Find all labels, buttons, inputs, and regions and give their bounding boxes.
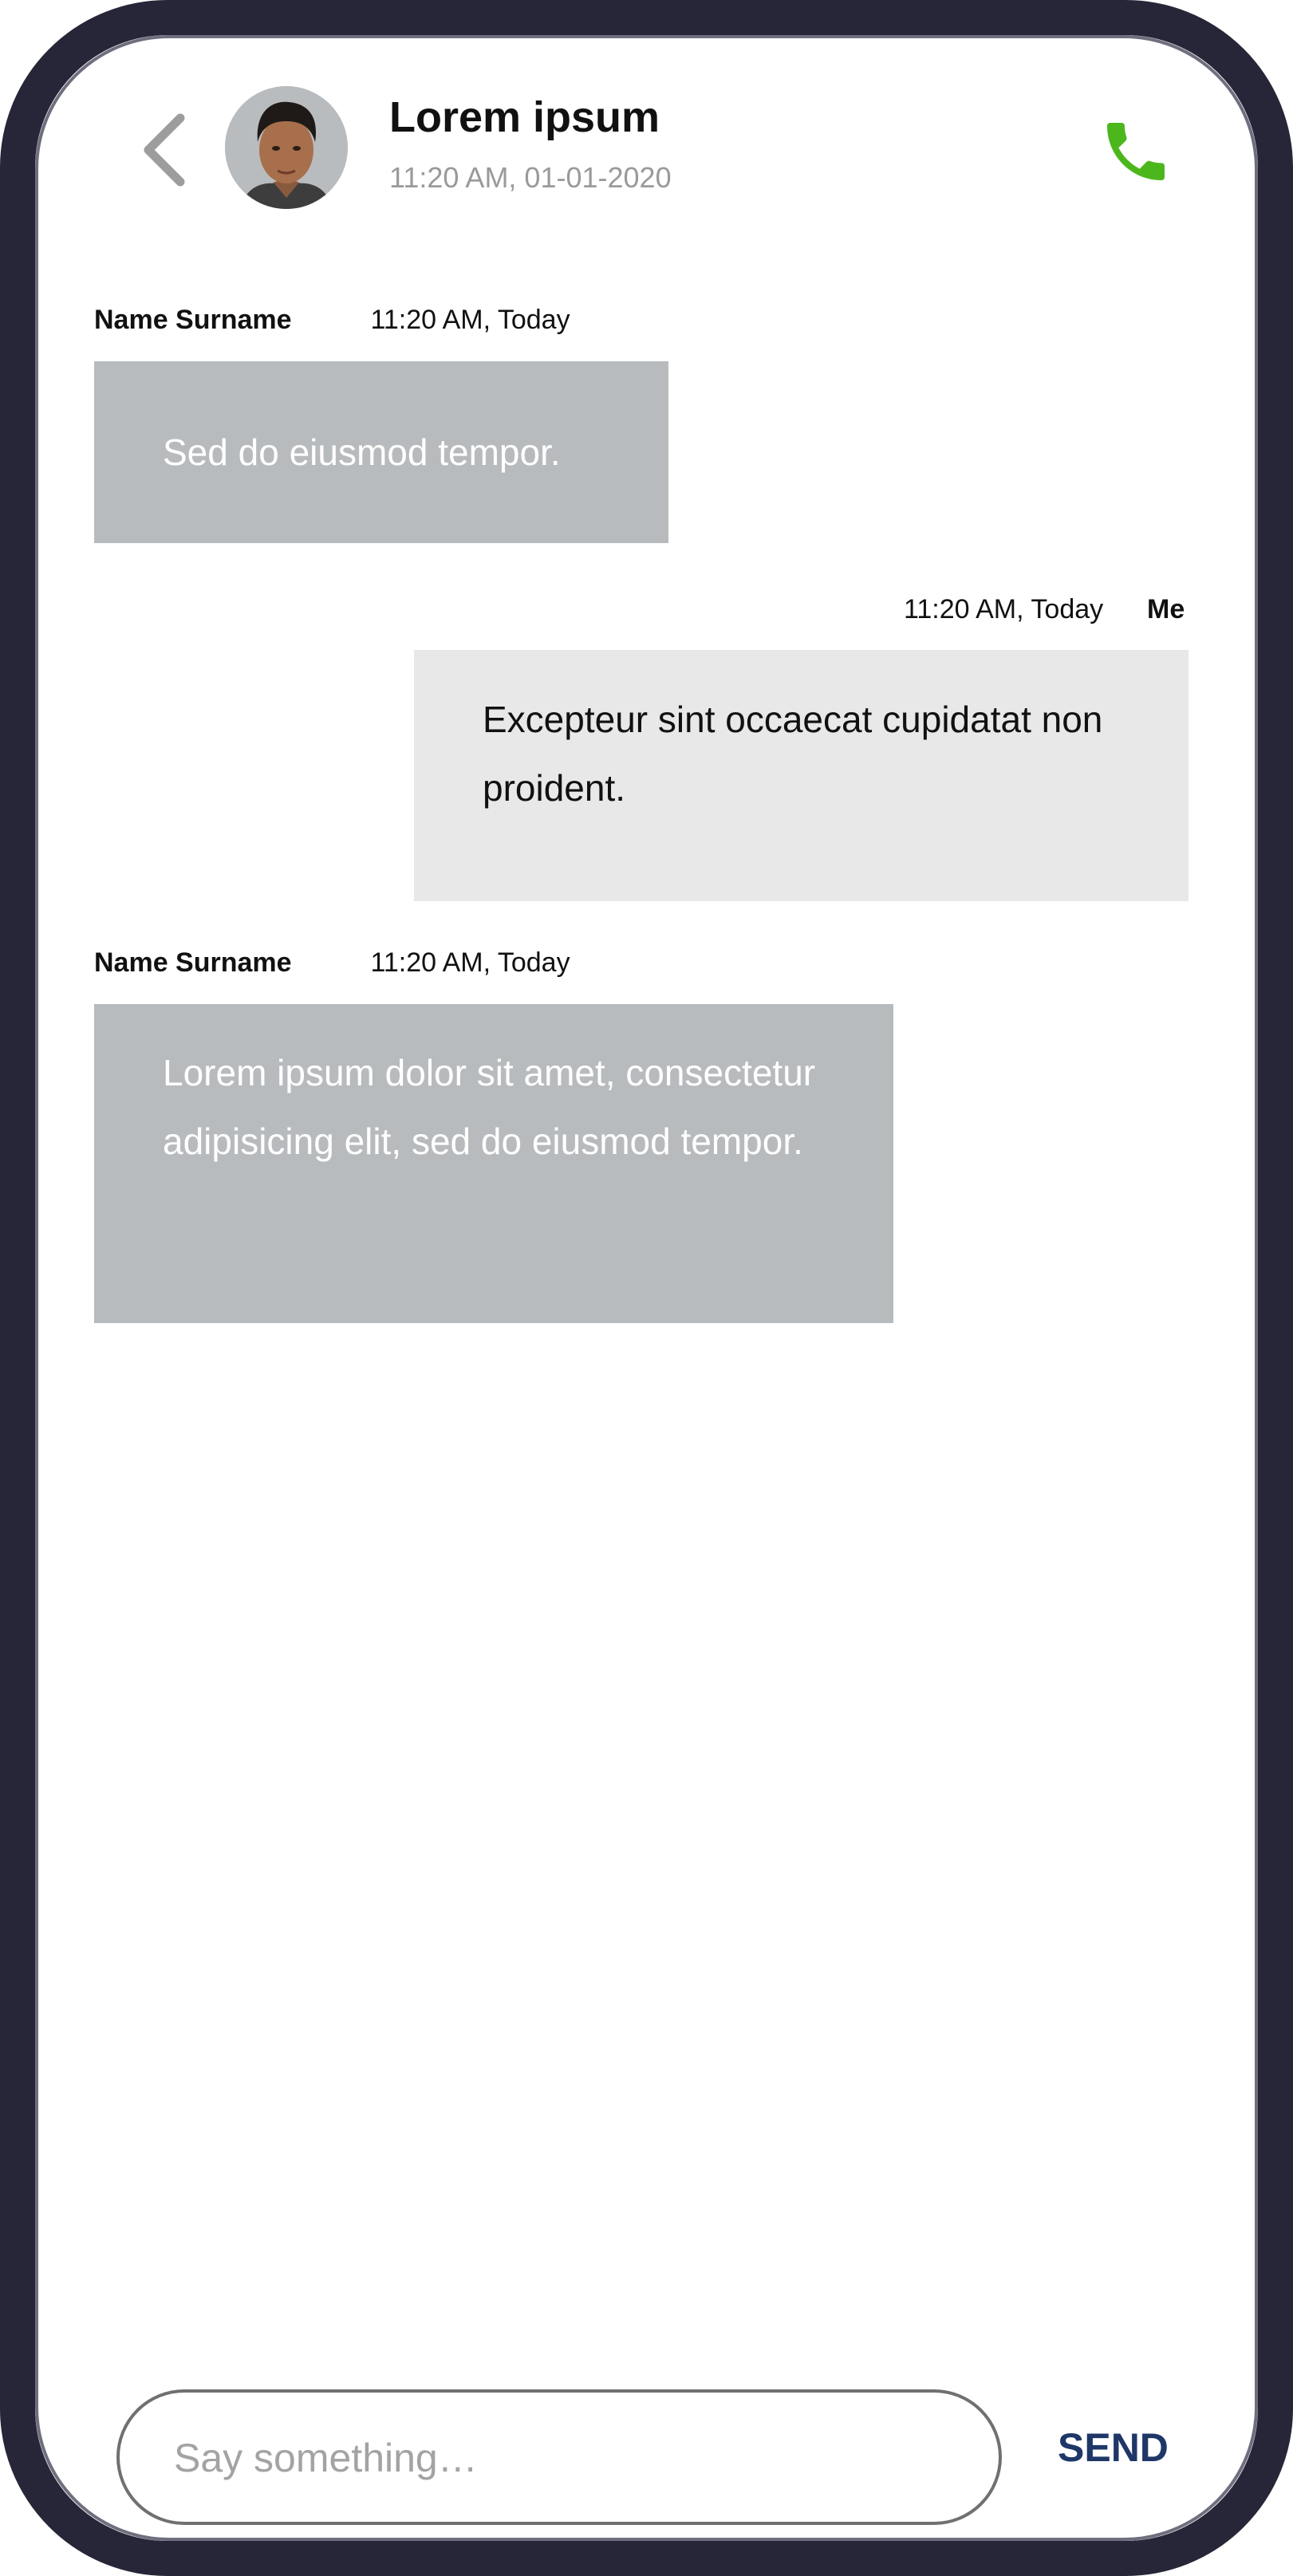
message-bubble-incoming[interactable]: Lorem ipsum dolor sit amet, consectetur …	[94, 1004, 893, 1323]
message-sender: Me	[1147, 594, 1185, 624]
message-text: Lorem ipsum dolor sit amet, consectetur …	[163, 1052, 816, 1162]
contact-name: Lorem ipsum	[389, 93, 660, 141]
message-text: Sed do eiusmod tempor.	[163, 431, 561, 473]
message-composer	[116, 2389, 1002, 2525]
avatar[interactable]	[225, 86, 348, 209]
message-time: 11:20 AM, Today	[370, 305, 570, 335]
message-bubble-incoming[interactable]: Sed do eiusmod tempor.	[94, 361, 668, 543]
message-sender: Name Surname	[94, 947, 292, 978]
chevron-left-icon[interactable]	[140, 112, 188, 188]
message-time: 11:20 AM, Today	[904, 594, 1104, 624]
message-input[interactable]	[172, 2393, 941, 2523]
send-button[interactable]: SEND	[1058, 2424, 1169, 2471]
message-sender: Name Surname	[94, 305, 292, 335]
message-meta: 11:20 AM, Today Me	[904, 594, 1185, 625]
message-bubble-outgoing[interactable]: Excepteur sint occaecat cupidatat non pr…	[414, 650, 1189, 901]
message-meta: Name Surname 11:20 AM, Today	[94, 305, 570, 336]
message-text: Excepteur sint occaecat cupidatat non pr…	[483, 699, 1103, 809]
phone-icon[interactable]	[1098, 113, 1174, 190]
message-meta: Name Surname 11:20 AM, Today	[94, 947, 570, 979]
contact-last-seen: 11:20 AM, 01-01-2020	[389, 161, 672, 194]
message-time: 11:20 AM, Today	[370, 947, 570, 978]
